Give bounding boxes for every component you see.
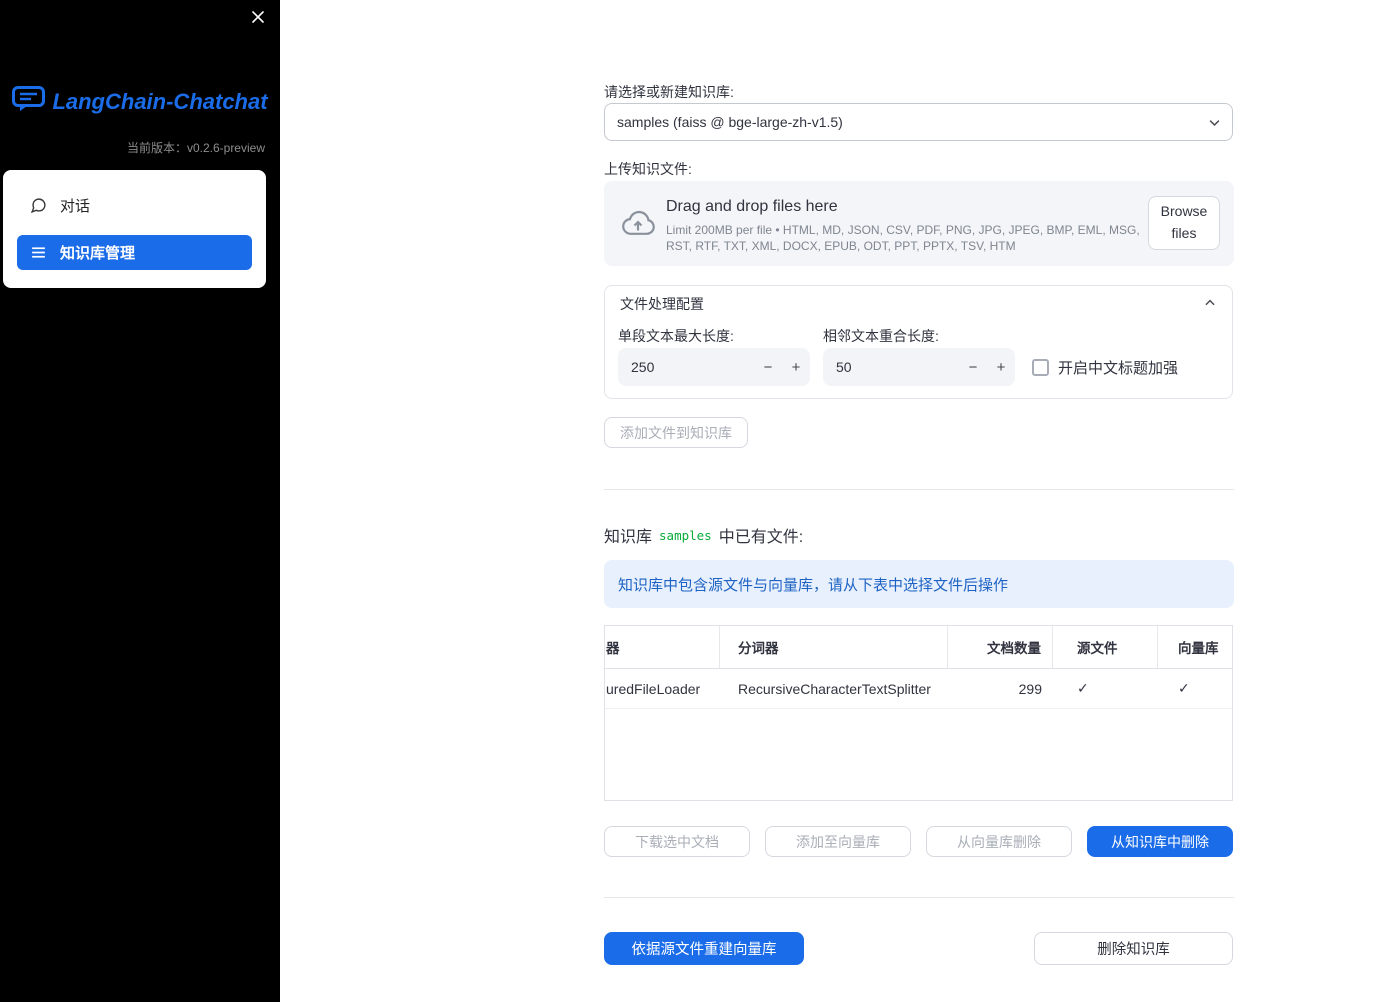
cell-doc-count: 299 [1018, 680, 1042, 697]
kb-name-code: samples [659, 527, 712, 543]
delete-from-vector-button[interactable]: 从向量库删除 [926, 826, 1072, 857]
increment-button[interactable]: + [990, 348, 1012, 386]
logo-text: LangChain-Chatchat [52, 88, 268, 114]
sidebar-menu: 对话 知识库管理 [3, 170, 266, 288]
logo-icon [12, 86, 46, 117]
browse-files-button[interactable]: Browse files [1148, 196, 1220, 250]
overlap-value: 50 [836, 359, 852, 375]
cell-source-check: ✓ [1077, 680, 1089, 696]
decrement-button[interactable]: − [962, 348, 984, 386]
kb-select-value: samples (faiss @ bge-large-zh-v1.5) [617, 114, 843, 130]
dropzone-limit: Limit 200MB per file • HTML, MD, JSON, C… [666, 223, 1140, 253]
col-vector-store: 向量库 [1178, 641, 1219, 656]
kb-select-label: 请选择或新建知识库: [604, 84, 734, 100]
max-length-input[interactable]: 250 − + [618, 348, 810, 386]
info-text: 知识库中包含源文件与向量库，请从下表中选择文件后操作 [618, 576, 1009, 594]
delete-from-kb-button[interactable]: 从知识库中删除 [1087, 826, 1233, 857]
list-icon [30, 244, 47, 261]
divider [604, 489, 1234, 490]
col-splitter: 分词器 [720, 626, 948, 668]
cloud-upload-icon [620, 209, 656, 242]
expander-title: 文件处理配置 [620, 296, 704, 312]
chinese-title-enhance-row[interactable]: 开启中文标题加强 [1032, 357, 1178, 377]
file-config-expander: 文件处理配置 单段文本最大长度: 相邻文本重合长度: 250 − + 50 − … [604, 285, 1233, 399]
col-source-file: 源文件 [1053, 626, 1158, 668]
rebuild-vector-store-button[interactable]: 依据源文件重建向量库 [604, 932, 804, 965]
increment-button[interactable]: + [785, 348, 807, 386]
max-length-label: 单段文本最大长度: [618, 328, 734, 344]
sidebar-item-label: 知识库管理 [60, 245, 136, 262]
sidebar: LangChain-Chatchat 当前版本：v0.2.6-preview 对… [0, 0, 280, 1002]
chevron-down-icon [1207, 115, 1222, 135]
main-content: 请选择或新建知识库: samples (faiss @ bge-large-zh… [604, 0, 1234, 1002]
chat-bubble-icon [30, 197, 47, 214]
decrement-button[interactable]: − [757, 348, 779, 386]
add-files-to-kb-button[interactable]: 添加文件到知识库 [604, 417, 748, 448]
add-to-vector-button[interactable]: 添加至向量库 [765, 826, 911, 857]
checkbox-label: 开启中文标题加强 [1058, 359, 1179, 377]
close-icon[interactable] [249, 8, 267, 26]
cell-vector-check: ✓ [1178, 680, 1190, 696]
info-banner: 知识库中包含源文件与向量库，请从下表中选择文件后操作 [604, 560, 1234, 608]
download-selected-button[interactable]: 下载选中文档 [604, 826, 750, 857]
overlap-input[interactable]: 50 − + [823, 348, 1015, 386]
divider [604, 897, 1234, 898]
cell-loader: uredFileLoader [606, 680, 701, 697]
checkbox[interactable] [1032, 358, 1049, 376]
cell-splitter: RecursiveCharacterTextSplitter [738, 680, 931, 697]
kb-files-heading: 知识库 samples 中已有文件: [604, 523, 803, 547]
file-dropzone[interactable]: Drag and drop files here Limit 200MB per… [604, 181, 1234, 266]
chevron-up-icon [1203, 296, 1217, 313]
delete-kb-button[interactable]: 删除知识库 [1034, 932, 1233, 965]
kb-files-prefix: 知识库 [604, 529, 653, 546]
sidebar-item-label: 对话 [60, 198, 91, 215]
sidebar-item-dialogue[interactable]: 对话 [17, 188, 252, 223]
table-row[interactable]: uredFileLoader RecursiveCharacterTextSpl… [605, 669, 1232, 709]
sidebar-item-knowledge-base[interactable]: 知识库管理 [17, 235, 252, 270]
files-table[interactable]: 器 分词器 文档数量 源文件 向量库 uredFileLoader Recurs… [604, 625, 1233, 801]
kb-select[interactable]: samples (faiss @ bge-large-zh-v1.5) [604, 103, 1233, 141]
upload-label: 上传知识文件: [604, 161, 692, 177]
col-doc-count: 文档数量 [948, 626, 1053, 668]
app-logo: LangChain-Chatchat [0, 86, 280, 117]
overlap-label: 相邻文本重合长度: [823, 328, 939, 344]
dropzone-title: Drag and drop files here [666, 198, 838, 215]
expander-header[interactable]: 文件处理配置 [605, 286, 1232, 322]
version-label: 当前版本：v0.2.6-preview [126, 141, 265, 155]
table-header: 器 分词器 文档数量 源文件 向量库 [605, 626, 1232, 669]
max-length-value: 250 [631, 359, 655, 375]
col-loader: 器 [605, 626, 720, 668]
kb-files-suffix: 中已有文件: [718, 529, 804, 546]
